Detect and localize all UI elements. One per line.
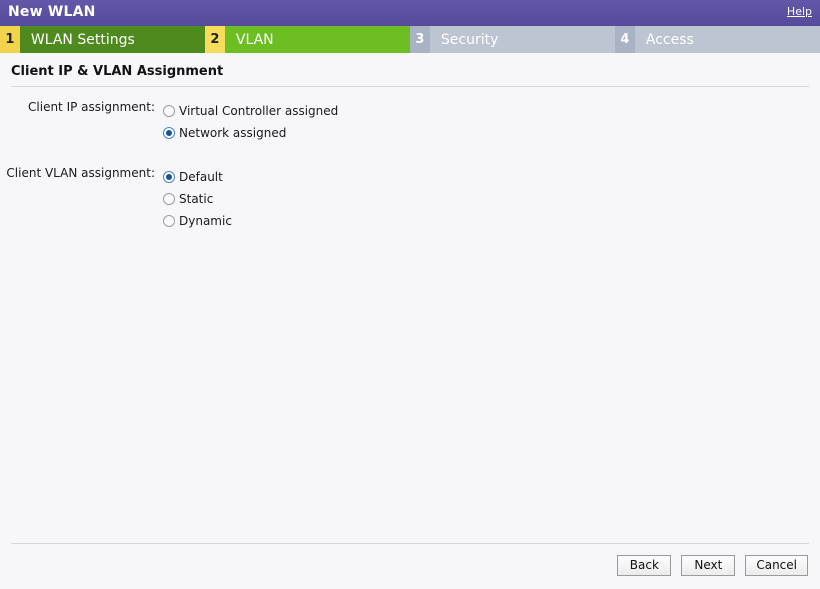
radio-option[interactable]: Virtual Controller assigned bbox=[163, 100, 338, 122]
radio-button-icon[interactable] bbox=[163, 215, 175, 227]
next-button[interactable]: Next bbox=[681, 555, 736, 576]
radio-option[interactable]: Default bbox=[163, 166, 232, 188]
field-label: Client IP assignment: bbox=[28, 100, 155, 114]
radio-button-checked-icon[interactable] bbox=[163, 127, 175, 139]
wizard-step-label: Security bbox=[429, 26, 615, 53]
wizard-step-access[interactable]: 4 Access bbox=[615, 26, 820, 53]
window-titlebar: New WLAN Help bbox=[0, 0, 820, 26]
wizard-step-security[interactable]: 3 Security bbox=[410, 26, 615, 53]
page-title: Client IP & VLAN Assignment bbox=[11, 64, 224, 79]
wizard-step-label: VLAN bbox=[224, 26, 410, 53]
wizard-step-number: 4 bbox=[615, 26, 635, 53]
radio-button-icon[interactable] bbox=[163, 193, 175, 205]
radio-option-label: Default bbox=[179, 170, 223, 184]
radio-option[interactable]: Network assigned bbox=[163, 122, 338, 144]
radio-option-label: Virtual Controller assigned bbox=[179, 104, 339, 118]
wizard-step-label: WLAN Settings bbox=[19, 26, 205, 53]
radio-button-checked-icon[interactable] bbox=[163, 171, 175, 183]
wizard-step-number: 3 bbox=[410, 26, 430, 53]
footer-divider bbox=[11, 543, 809, 544]
field-label: Client VLAN assignment: bbox=[6, 166, 155, 180]
radio-option-label: Dynamic bbox=[179, 214, 232, 228]
back-button[interactable]: Back bbox=[617, 555, 672, 576]
radio-group: Default Static Dynamic bbox=[163, 166, 232, 232]
radio-option[interactable]: Static bbox=[163, 188, 232, 210]
radio-option[interactable]: Dynamic bbox=[163, 210, 232, 232]
wizard-step-vlan[interactable]: 2 VLAN bbox=[205, 26, 410, 53]
wizard-content: Client IP & VLAN Assignment Client IP as… bbox=[0, 53, 820, 589]
wizard-step-label: Access bbox=[634, 26, 820, 53]
window-title: New WLAN bbox=[8, 4, 96, 20]
footer-button-group: Back Next Cancel bbox=[617, 555, 808, 576]
radio-option-label: Static bbox=[179, 192, 214, 206]
section-divider bbox=[11, 86, 809, 87]
help-link[interactable]: Help bbox=[787, 5, 812, 18]
wizard-step-bar: 1 WLAN Settings 2 VLAN 3 Security 4 Access bbox=[0, 26, 820, 53]
wizard-step-number: 2 bbox=[205, 26, 225, 53]
radio-group: Virtual Controller assigned Network assig… bbox=[163, 100, 338, 144]
wizard-step-number: 1 bbox=[0, 26, 20, 53]
radio-button-icon[interactable] bbox=[163, 105, 175, 117]
radio-option-label: Network assigned bbox=[179, 126, 287, 140]
cancel-button[interactable]: Cancel bbox=[745, 555, 808, 576]
wizard-step-wlan-settings[interactable]: 1 WLAN Settings bbox=[0, 26, 205, 53]
